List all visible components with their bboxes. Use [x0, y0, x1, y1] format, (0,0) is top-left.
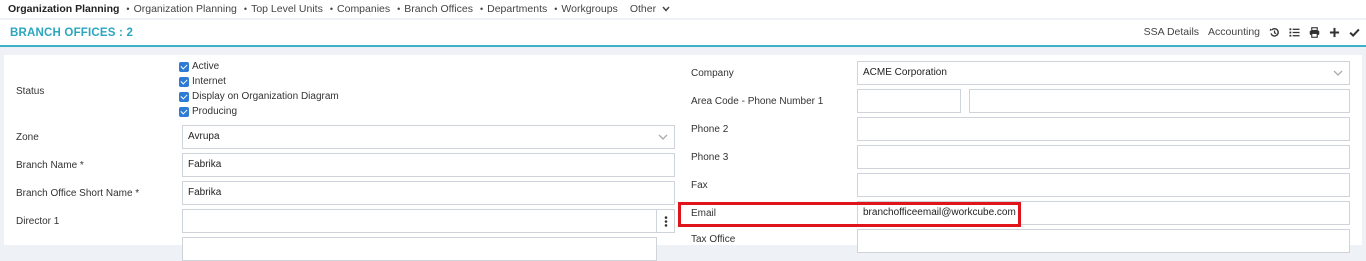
branch-name-label: Branch Name *	[16, 160, 84, 171]
phone-1-field[interactable]	[969, 89, 1350, 113]
company-label: Company	[691, 68, 734, 79]
branch-name-field[interactable]: Fabrika	[182, 153, 675, 177]
check-icon[interactable]	[1349, 27, 1360, 38]
area-phone-label: Area Code - Phone Number 1	[691, 96, 824, 107]
phone-2-field[interactable]	[857, 117, 1350, 141]
page-title: BRANCH OFFICES : 2	[10, 27, 134, 39]
area-code-field[interactable]	[857, 89, 961, 113]
fax-label: Fax	[691, 180, 708, 191]
status-label: Status	[16, 86, 45, 97]
nav-top-level-units[interactable]: Top Level Units	[251, 3, 323, 15]
nav-departments[interactable]: Departments	[487, 3, 547, 15]
zone-select-value: Avrupa	[188, 131, 220, 142]
short-name-label: Branch Office Short Name *	[16, 188, 140, 199]
zone-label: Zone	[16, 132, 39, 143]
checkbox-checked-icon	[179, 106, 189, 117]
fax-field[interactable]	[857, 173, 1350, 197]
short-name-field[interactable]: Fabrika	[182, 181, 675, 205]
director-options-button[interactable]	[657, 209, 675, 233]
checkbox-producing[interactable]: Producing	[179, 105, 237, 118]
email-field[interactable]: branchofficeemail@workcube.com	[857, 201, 1350, 225]
phone-3-label: Phone 3	[691, 152, 729, 163]
tax-office-field[interactable]	[857, 229, 1350, 253]
checkbox-active-label: Active	[192, 61, 220, 72]
top-navigation: Organization Planning • Organization Pla…	[0, 0, 1366, 18]
checkbox-active[interactable]: Active	[179, 60, 219, 73]
chevron-down-icon	[1333, 70, 1343, 76]
nav-workgroups[interactable]: Workgroups	[561, 3, 617, 15]
checkbox-checked-icon	[179, 76, 189, 87]
checkbox-internet[interactable]: Internet	[179, 75, 226, 88]
list-icon[interactable]	[1289, 27, 1300, 38]
nav-organization-planning[interactable]: Organization Planning	[134, 3, 237, 15]
checkbox-checked-icon	[179, 61, 189, 72]
page-header: BRANCH OFFICES : 2 SSA Details Accountin…	[0, 20, 1366, 47]
chevron-down-icon	[662, 6, 670, 12]
checkbox-checked-icon	[179, 91, 189, 102]
director-label: Director 1	[16, 216, 60, 227]
nav-other-menu[interactable]: Other	[630, 3, 670, 15]
nav-separator: •	[126, 4, 130, 14]
accounting-link[interactable]: Accounting	[1208, 26, 1260, 38]
chevron-down-icon	[658, 134, 668, 140]
print-icon[interactable]	[1309, 26, 1320, 38]
company-select[interactable]: ACME Corporation	[857, 61, 1350, 85]
ssa-details-link[interactable]: SSA Details	[1144, 26, 1199, 38]
checkbox-display-on-diagram[interactable]: Display on Organization Diagram	[179, 90, 339, 103]
nav-separator: •	[329, 4, 334, 14]
history-icon[interactable]	[1269, 27, 1280, 38]
checkbox-display-label: Display on Organization Diagram	[192, 91, 339, 102]
zone-select[interactable]: Avrupa	[182, 125, 675, 149]
phone-2-label: Phone 2	[691, 124, 729, 135]
email-label: Email	[691, 208, 717, 219]
nav-organization-planning-title[interactable]: Organization Planning	[8, 3, 119, 15]
phone-3-field[interactable]	[857, 145, 1350, 169]
nav-separator: •	[479, 4, 484, 14]
nav-separator: •	[243, 4, 248, 14]
director-field[interactable]	[182, 209, 657, 233]
add-icon[interactable]	[1329, 27, 1340, 38]
tax-office-label: Tax Office	[691, 234, 736, 245]
nav-separator: •	[554, 4, 558, 14]
nav-other-label: Other	[629, 3, 657, 15]
company-select-value: ACME Corporation	[863, 67, 947, 78]
more-vertical-icon	[664, 215, 667, 227]
nav-separator: •	[397, 4, 401, 14]
checkbox-internet-label: Internet	[192, 76, 226, 87]
next-field-partial[interactable]	[182, 237, 657, 261]
header-actions: SSA Details Accounting	[1144, 26, 1360, 38]
checkbox-producing-label: Producing	[192, 106, 238, 117]
nav-companies[interactable]: Companies	[337, 3, 390, 15]
nav-branch-offices[interactable]: Branch Offices	[404, 3, 473, 15]
